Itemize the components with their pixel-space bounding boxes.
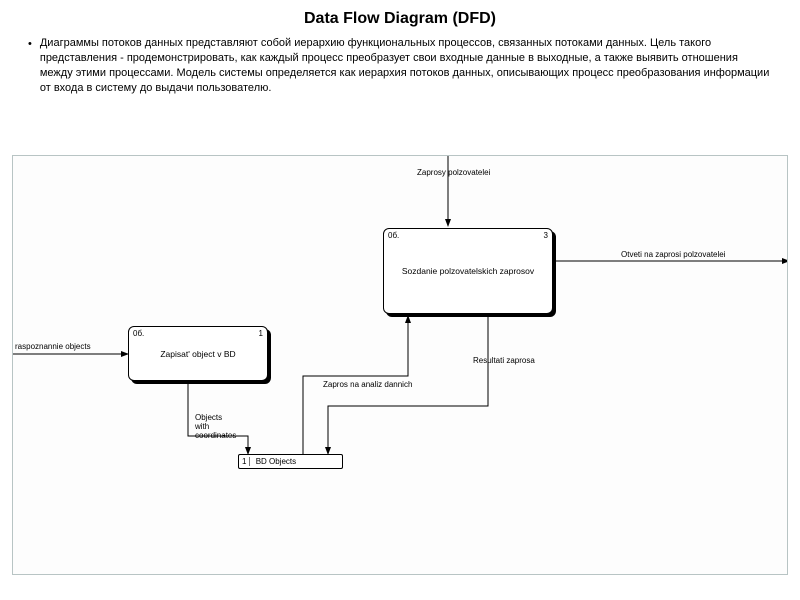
datastore-box: 1 BD Objects <box>238 454 343 469</box>
description-paragraph: • Диаграммы потоков данных представляют … <box>20 36 780 95</box>
process-3-box: 0б. 3 Sozdanie polzovatelskich zaprosov <box>383 228 553 314</box>
datastore-label: BD Objects <box>256 457 296 466</box>
flow-zaprosy-label: Zaprosy polzovatelei <box>417 168 490 177</box>
description-text: Диаграммы потоков данных представляют со… <box>40 36 772 95</box>
process-1-box: 0б. 1 Zapisat' object v BD <box>128 326 268 381</box>
bullet-dot: • <box>28 37 32 95</box>
header-section: Data Flow Diagram (DFD) • Диаграммы пото… <box>0 0 800 100</box>
flow-objects-coords-label: Objects with coordinates <box>195 414 236 440</box>
flow-raspoznannie-label: raspoznannie objects <box>15 342 91 351</box>
flow-otveti-label: Otveti na zaprosi polzovatelei <box>621 250 726 259</box>
process-3-num: 3 <box>544 231 548 240</box>
process-3-prefix: 0б. <box>388 231 399 240</box>
process-3-label: Sozdanie polzovatelskich zaprosov <box>392 266 543 276</box>
flow-resultati-label: Resultati zaprosa <box>473 356 535 365</box>
process-1-prefix: 0б. <box>133 329 144 338</box>
diagram-canvas: 0б. 1 Zapisat' object v BD 0б. 3 Sozdani… <box>12 155 788 575</box>
page-title: Data Flow Diagram (DFD) <box>20 10 780 28</box>
process-1-label: Zapisat' object v BD <box>136 349 260 359</box>
flow-zapros-analiz-label: Zapros na analiz dannich <box>323 380 412 389</box>
process-1-num: 1 <box>259 329 263 338</box>
datastore-num: 1 <box>242 457 250 466</box>
